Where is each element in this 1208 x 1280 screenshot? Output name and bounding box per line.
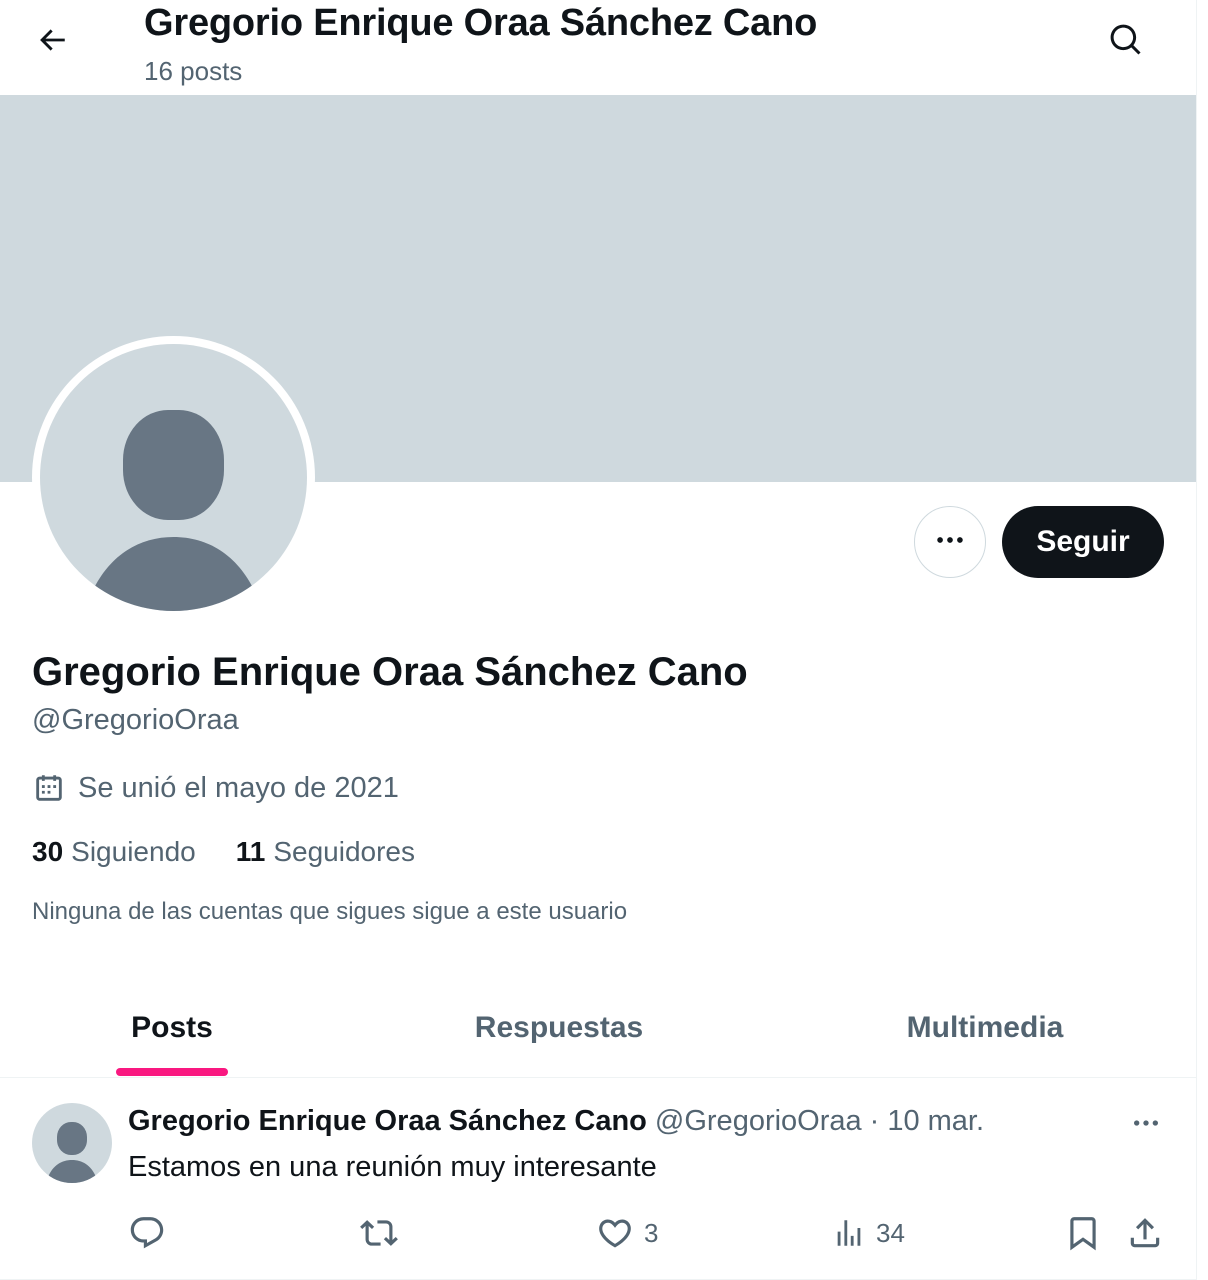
post-date[interactable]: 10 mar. [887,1105,984,1138]
followers-label: Seguidores [273,836,415,867]
default-avatar-icon [40,344,307,611]
arrow-left-icon [35,23,69,62]
active-tab-indicator [116,1068,228,1076]
follow-stats: 30 Siguiendo 11 Seguidores [32,836,415,868]
header-title: Gregorio Enrique Oraa Sánchez Cano [144,2,818,44]
post-text: Estamos en una reunión muy interesante [128,1151,657,1183]
calendar-icon [32,771,66,805]
following-link[interactable]: 30 Siguiendo [32,836,196,868]
like-button[interactable]: 3 [596,1209,658,1257]
main-column: Gregorio Enrique Oraa Sánchez Cano 16 po… [0,0,1197,1280]
tab-multimedia[interactable]: Multimedia [774,978,1196,1078]
post-separator: · [869,1105,880,1137]
share-button[interactable] [1126,1209,1164,1257]
share-icon [1126,1214,1164,1252]
repost-button[interactable] [360,1209,408,1257]
followed-by-note: Ninguna de las cuentas que sigues sigue … [32,898,628,925]
repost-icon [360,1214,398,1252]
tab-label: Posts [131,1011,213,1044]
profile-page: Gregorio Enrique Oraa Sánchez Cano 16 po… [0,0,1208,1280]
tab-label: Multimedia [906,1011,1064,1044]
tab-respuestas[interactable]: Respuestas [344,978,774,1078]
views-button[interactable]: 34 [832,1209,905,1257]
post-author-name[interactable]: Gregorio Enrique Oraa Sánchez Cano [128,1105,647,1138]
followers-link[interactable]: 11 Seguidores [236,836,415,868]
more-options-button[interactable] [914,506,986,578]
header-post-count: 16 posts [144,56,243,86]
profile-handle: @GregorioOraa [32,704,239,736]
search-icon [1108,22,1144,63]
tab-label: Respuestas [474,1011,644,1044]
back-button[interactable] [24,14,80,70]
post-author-handle[interactable]: @GregorioOraa [655,1105,862,1138]
view-count: 34 [876,1217,905,1248]
following-count: 30 [32,836,64,867]
joined-date: Se unió el mayo de 2021 [32,768,399,808]
profile-display-name: Gregorio Enrique Oraa Sánchez Cano [32,650,748,694]
reply-icon [128,1214,166,1252]
like-count: 3 [644,1217,659,1248]
following-label: Siguiendo [71,836,196,867]
profile-header-bar: Gregorio Enrique Oraa Sánchez Cano 16 po… [0,0,1196,95]
post-more-button[interactable] [1122,1105,1170,1145]
post-author-avatar[interactable] [32,1103,112,1183]
bookmark-icon [1064,1214,1102,1252]
heart-icon [596,1214,634,1252]
more-horizontal-icon [1130,1107,1162,1144]
follow-button[interactable]: Seguir [1002,506,1164,578]
profile-avatar[interactable] [32,336,315,619]
bookmark-button[interactable] [1064,1209,1102,1257]
more-horizontal-icon [933,523,967,562]
reply-button[interactable] [128,1209,176,1257]
followers-count: 11 [235,836,266,867]
analytics-icon [832,1214,866,1252]
search-button[interactable] [1098,14,1154,70]
profile-tabs: Posts Respuestas Multimedia [0,978,1196,1078]
post-actions: 3 34 [0,1209,1196,1257]
joined-date-text: Se unió el mayo de 2021 [78,771,399,804]
post-item[interactable]: Gregorio Enrique Oraa Sánchez Cano @Greg… [0,1079,1196,1280]
tab-posts[interactable]: Posts [0,978,344,1078]
post-header: Gregorio Enrique Oraa Sánchez Cano @Greg… [128,1105,984,1138]
default-avatar-icon [48,1122,96,1183]
